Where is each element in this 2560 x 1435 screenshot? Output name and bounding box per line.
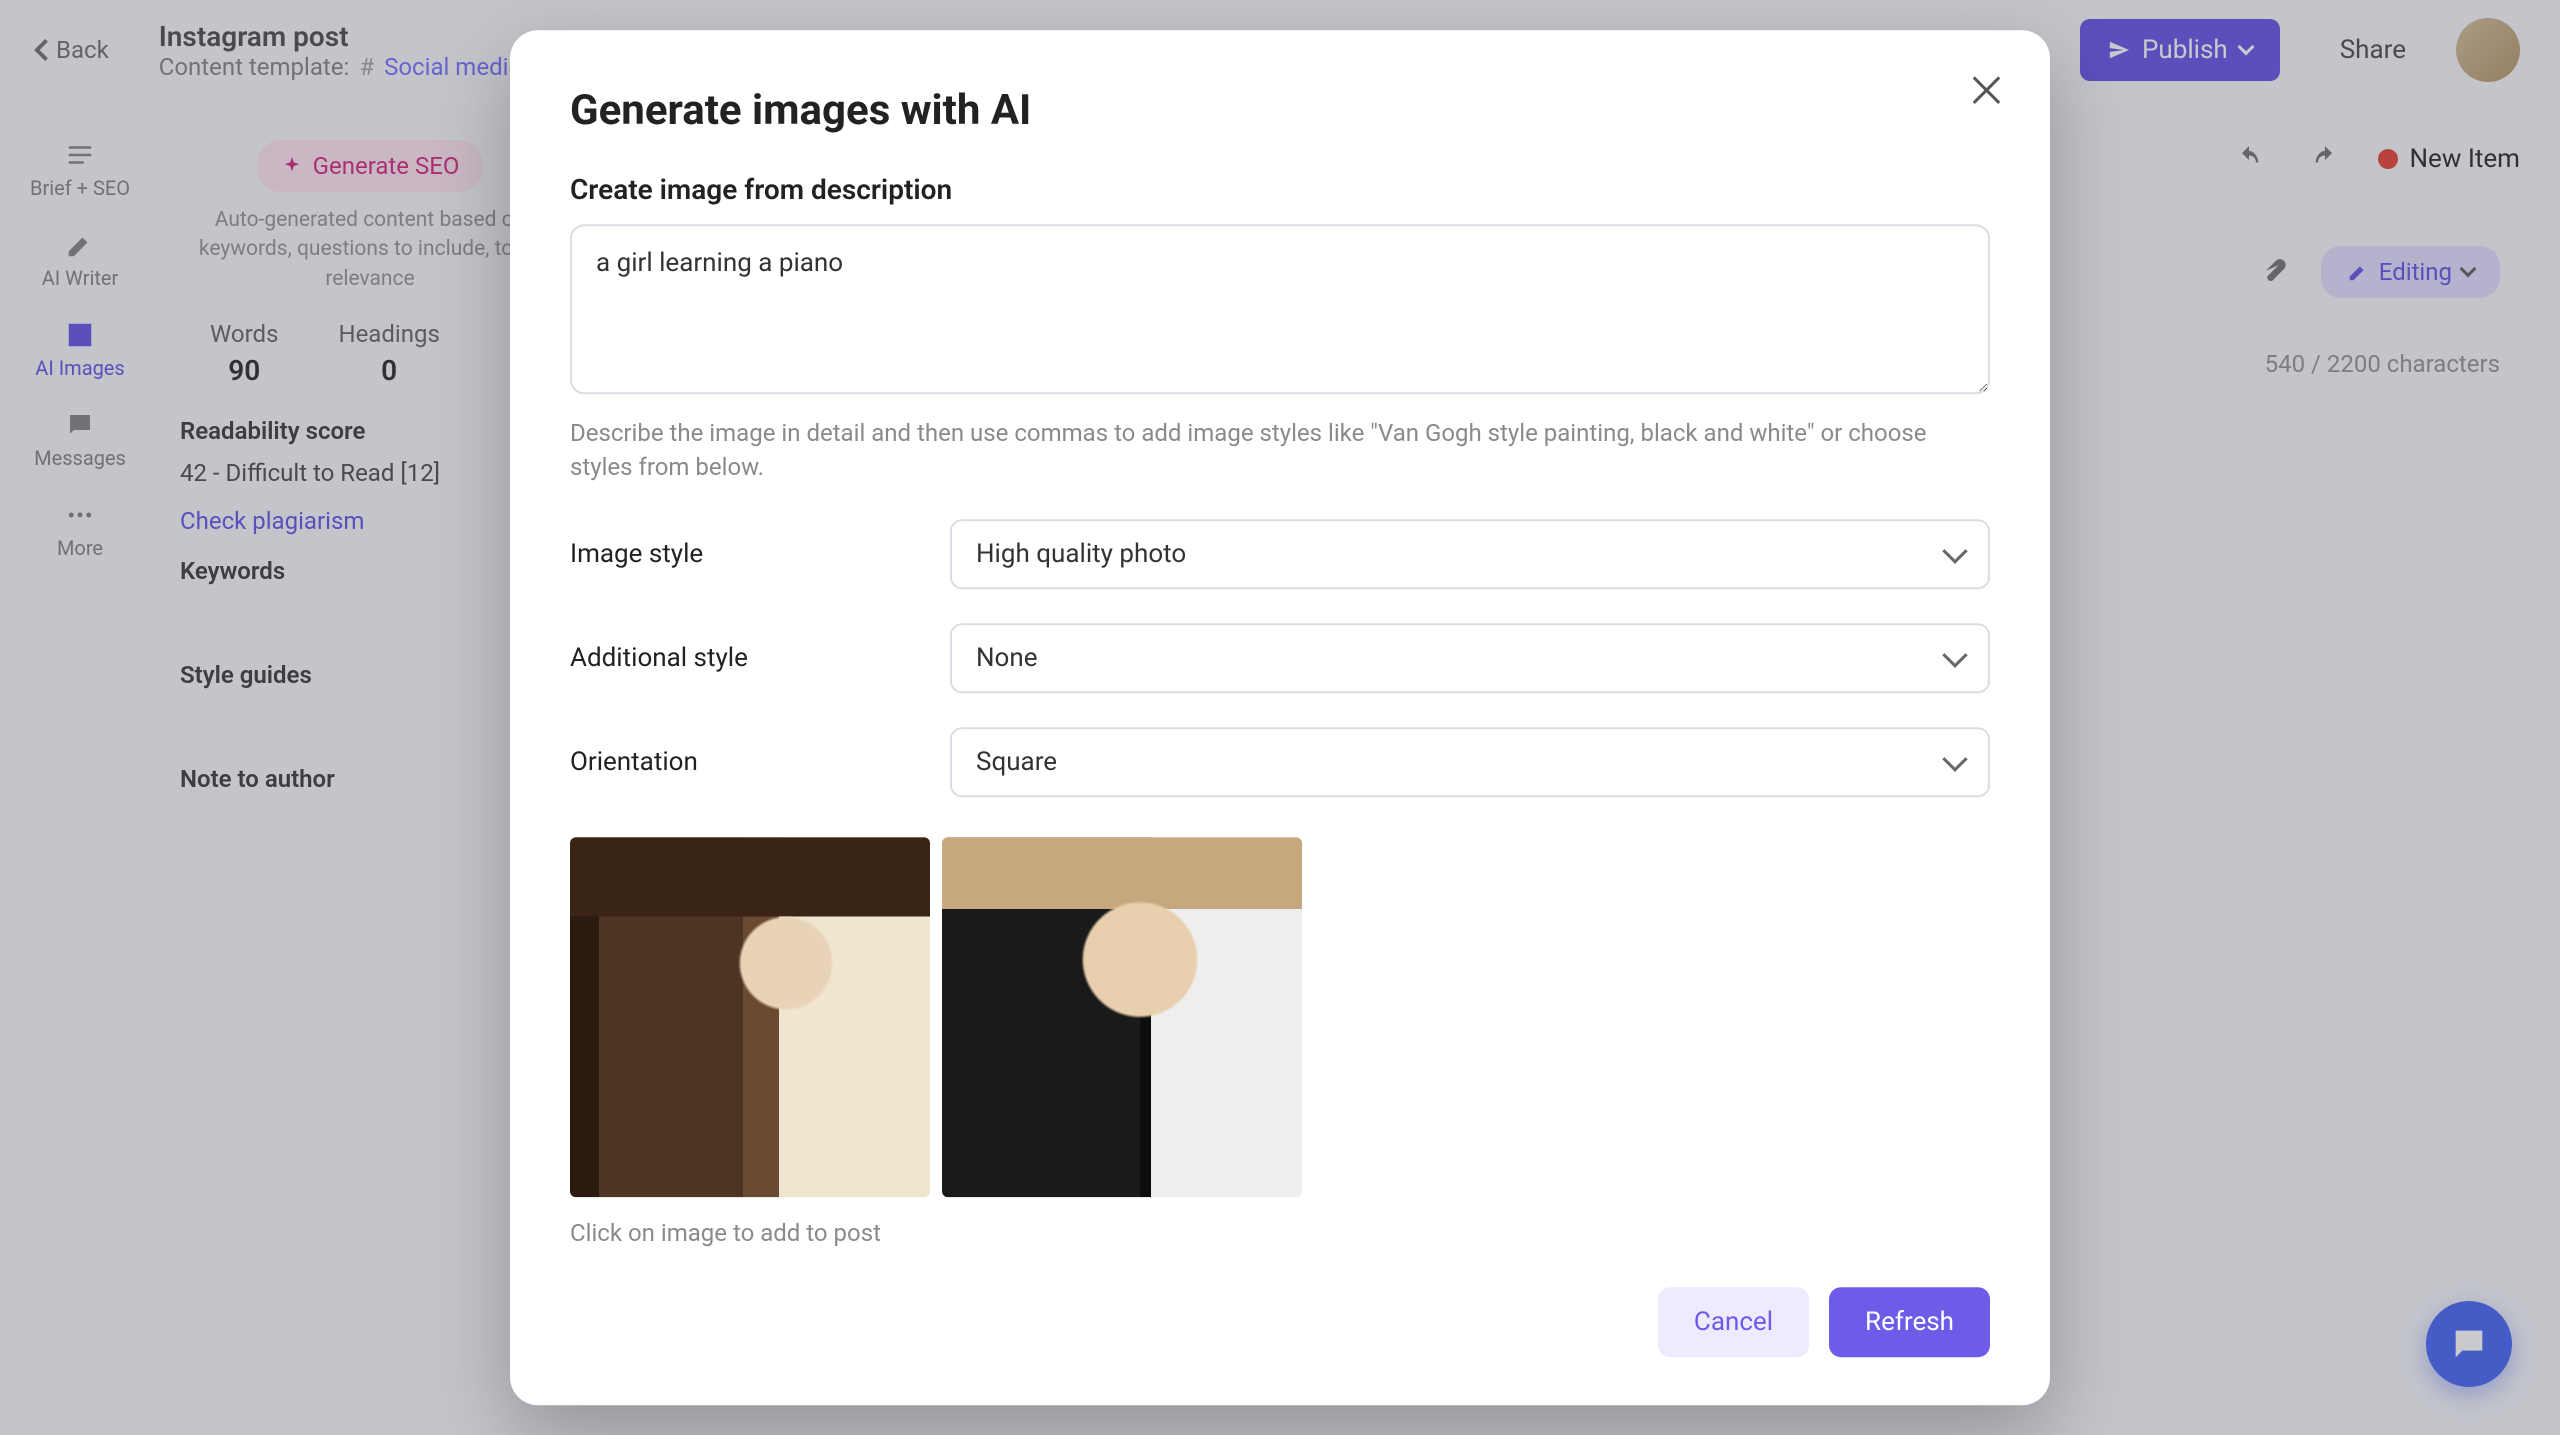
modal-actions: Cancel Refresh bbox=[570, 1287, 1990, 1357]
additional-style-label: Additional style bbox=[570, 643, 910, 673]
refresh-button[interactable]: Refresh bbox=[1829, 1287, 1990, 1357]
description-input[interactable] bbox=[570, 224, 1990, 394]
row-image-style: Image style High quality photo bbox=[570, 519, 1990, 589]
description-hint: Describe the image in detail and then us… bbox=[570, 416, 1990, 486]
row-additional-style: Additional style None bbox=[570, 623, 1990, 693]
additional-style-value: None bbox=[976, 643, 1038, 673]
cancel-button[interactable]: Cancel bbox=[1658, 1287, 1809, 1357]
image-style-label: Image style bbox=[570, 539, 910, 569]
orientation-select[interactable]: Square bbox=[950, 727, 1990, 797]
image-style-value: High quality photo bbox=[976, 539, 1186, 569]
generate-images-modal: Generate images with AI Create image fro… bbox=[510, 30, 2050, 1406]
close-button[interactable] bbox=[1968, 72, 2004, 108]
thumbnail-hint: Click on image to add to post bbox=[570, 1219, 1990, 1247]
additional-style-select[interactable]: None bbox=[950, 623, 1990, 693]
image-style-select[interactable]: High quality photo bbox=[950, 519, 1990, 589]
generated-thumbnails bbox=[570, 837, 1990, 1197]
orientation-value: Square bbox=[976, 747, 1057, 777]
modal-title: Generate images with AI bbox=[570, 86, 1990, 135]
description-label: Create image from description bbox=[570, 173, 1990, 206]
row-orientation: Orientation Square bbox=[570, 727, 1990, 797]
generated-image-1[interactable] bbox=[570, 837, 930, 1197]
orientation-label: Orientation bbox=[570, 747, 910, 777]
chevron-down-icon bbox=[1942, 747, 1967, 772]
chevron-down-icon bbox=[1942, 539, 1967, 564]
chevron-down-icon bbox=[1942, 643, 1967, 668]
generated-image-2[interactable] bbox=[942, 837, 1302, 1197]
